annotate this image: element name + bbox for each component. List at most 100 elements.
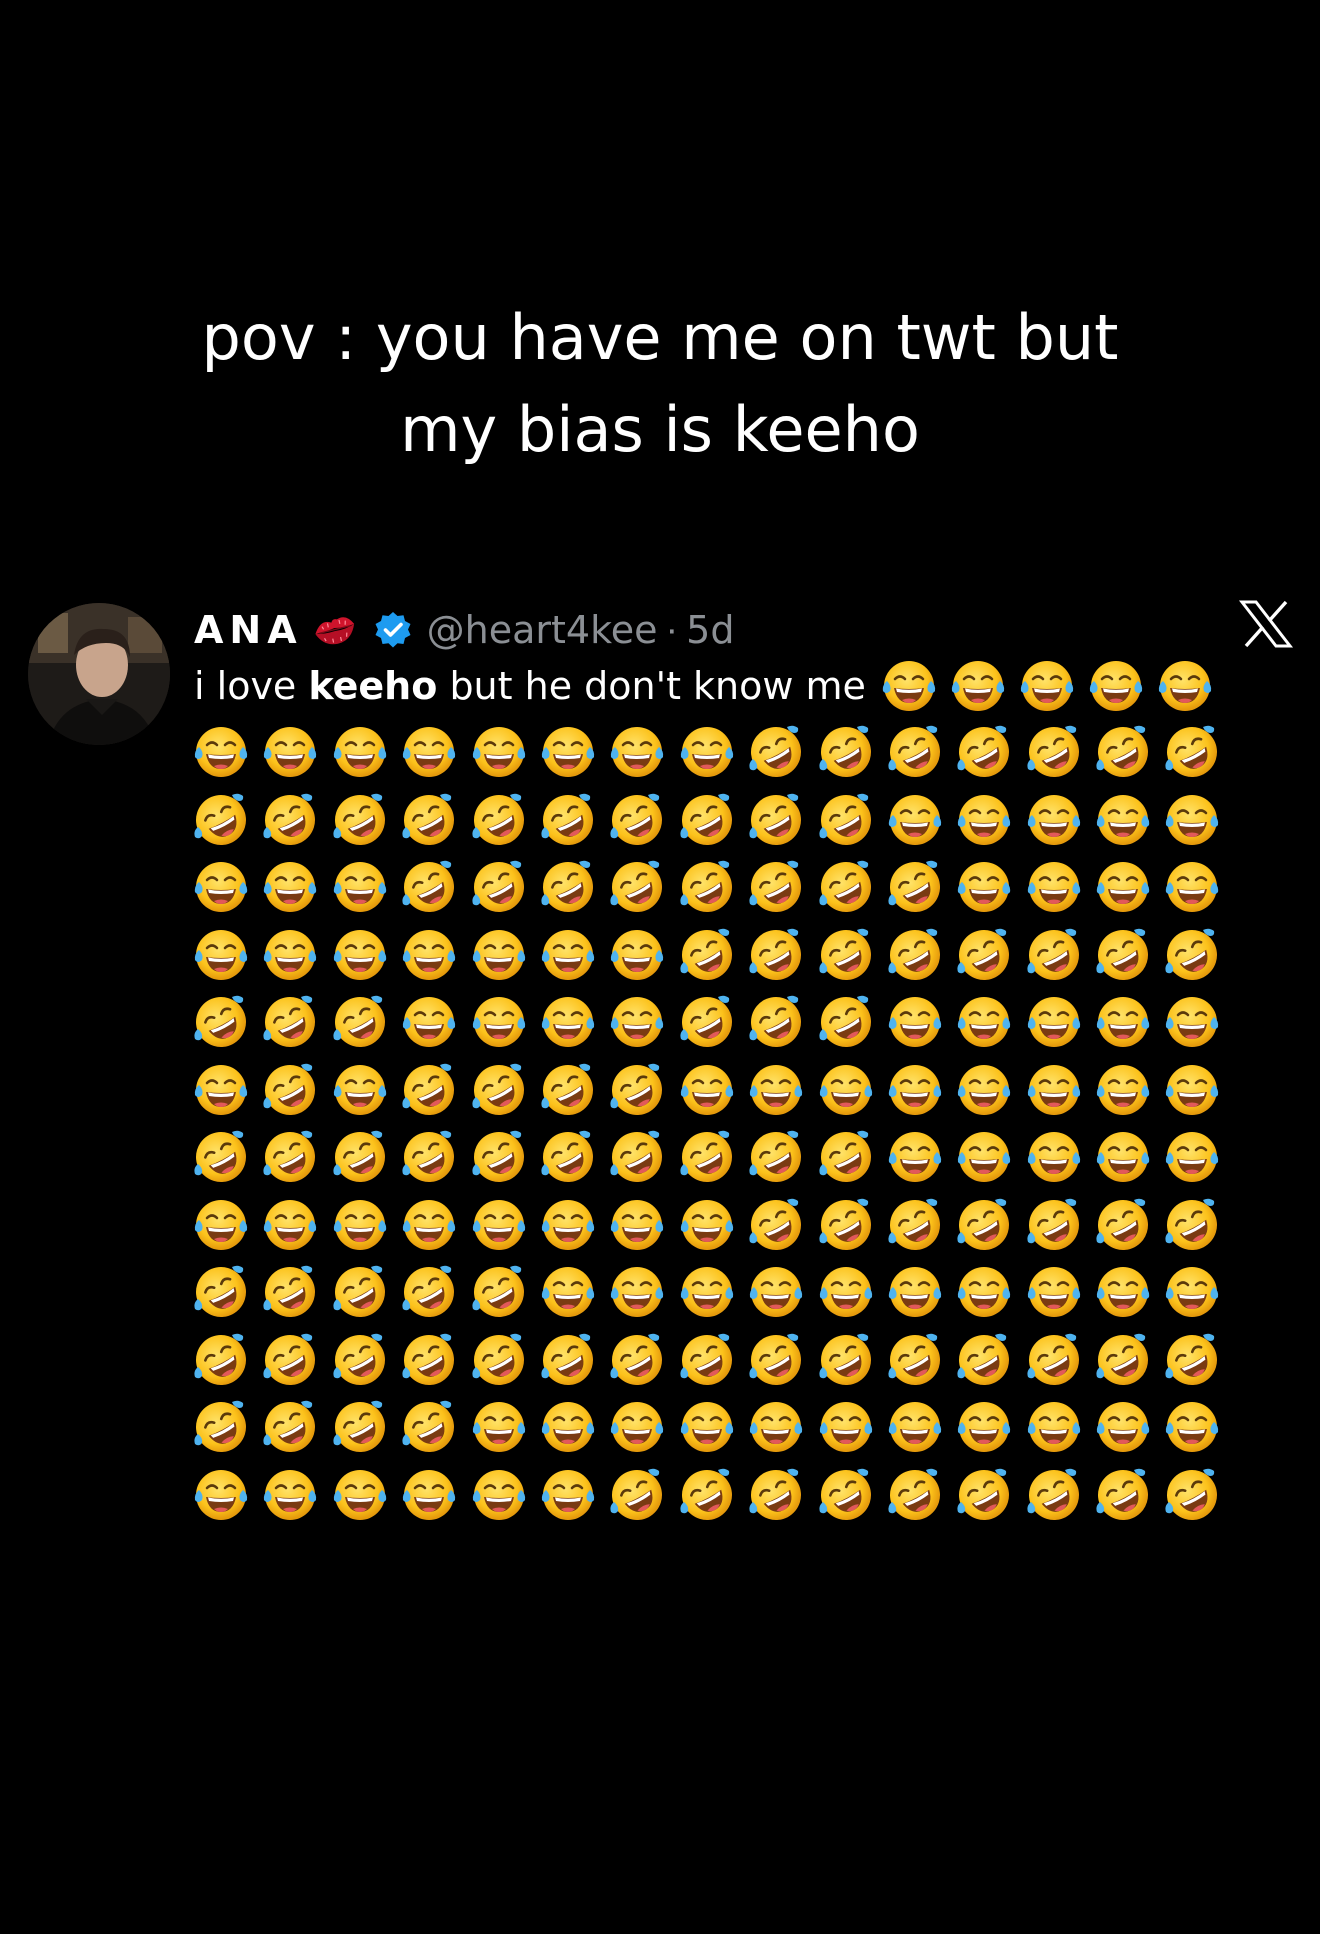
video-caption: pov : you have me on twt but my bias is … xyxy=(0,292,1320,476)
rolling-on-floor-laughing-icon xyxy=(194,1400,246,1452)
face-with-tears-of-joy-icon xyxy=(541,1267,595,1317)
caption-line-2: my bias is keeho xyxy=(400,393,920,466)
face-with-tears-of-joy-icon xyxy=(680,1402,733,1452)
rolling-on-floor-laughing-icon xyxy=(888,928,940,980)
rolling-on-floor-laughing-icon xyxy=(749,1468,802,1520)
face-with-tears-of-joy-icon xyxy=(1166,794,1219,845)
face-with-tears-of-joy-icon xyxy=(1027,997,1080,1047)
rolling-on-floor-laughing-icon xyxy=(402,860,455,912)
face-with-tears-of-joy-icon xyxy=(958,862,1011,912)
verified-badge-icon[interactable] xyxy=(373,610,413,650)
rolling-on-floor-laughing-icon xyxy=(957,928,1010,980)
rolling-on-floor-laughing-icon xyxy=(818,725,871,777)
rolling-on-floor-laughing-icon xyxy=(888,725,940,777)
face-with-tears-of-joy-icon xyxy=(819,1064,872,1115)
face-with-tears-of-joy-icon xyxy=(819,1402,872,1452)
rolling-on-floor-laughing-icon xyxy=(333,1400,385,1452)
face-with-tears-of-joy-icon xyxy=(472,929,525,980)
avatar[interactable] xyxy=(28,603,170,745)
rolling-on-floor-laughing-icon xyxy=(957,1198,1010,1250)
face-with-tears-of-joy-icon xyxy=(1020,661,1074,711)
rolling-on-floor-laughing-icon xyxy=(957,1333,1010,1385)
face-with-tears-of-joy-icon xyxy=(1166,997,1219,1047)
rolling-on-floor-laughing-icon xyxy=(541,1333,593,1385)
rolling-on-floor-laughing-icon xyxy=(333,1130,385,1182)
rolling-on-floor-laughing-icon xyxy=(818,793,871,845)
face-with-tears-of-joy-icon xyxy=(194,1469,248,1520)
face-with-tears-of-joy-icon xyxy=(749,1402,803,1452)
face-with-tears-of-joy-icon xyxy=(819,1267,872,1317)
face-with-tears-of-joy-icon xyxy=(1027,862,1080,912)
rolling-on-floor-laughing-icon xyxy=(263,1063,316,1115)
face-with-tears-of-joy-icon xyxy=(888,794,942,845)
face-with-tears-of-joy-icon xyxy=(1096,1064,1150,1115)
rolling-on-floor-laughing-icon xyxy=(1165,725,1218,777)
display-name[interactable]: ANA xyxy=(194,608,303,652)
face-with-tears-of-joy-icon xyxy=(1096,1402,1150,1452)
rolling-on-floor-laughing-icon xyxy=(749,725,802,777)
face-with-tears-of-joy-icon xyxy=(472,1199,525,1250)
face-with-tears-of-joy-icon xyxy=(1096,1132,1150,1182)
rolling-on-floor-laughing-icon xyxy=(1165,1333,1218,1385)
face-with-tears-of-joy-icon xyxy=(541,929,595,980)
face-with-tears-of-joy-icon xyxy=(541,1199,595,1250)
rolling-on-floor-laughing-icon xyxy=(1027,928,1079,980)
face-with-tears-of-joy-icon xyxy=(333,862,386,912)
rolling-on-floor-laughing-icon xyxy=(680,860,732,912)
rolling-on-floor-laughing-icon xyxy=(680,995,732,1047)
tweet-header: ANA @heart4kee · 5d xyxy=(194,604,734,656)
rolling-on-floor-laughing-icon xyxy=(263,1400,316,1452)
rolling-on-floor-laughing-icon xyxy=(1165,1198,1218,1250)
rolling-on-floor-laughing-icon xyxy=(471,1333,524,1385)
rolling-on-floor-laughing-icon xyxy=(957,1468,1010,1520)
face-with-tears-of-joy-icon xyxy=(1096,862,1150,912)
rolling-on-floor-laughing-icon xyxy=(194,1130,246,1182)
rolling-on-floor-laughing-icon xyxy=(749,1198,802,1250)
face-with-tears-of-joy-icon xyxy=(888,1064,942,1115)
tweet-text-bold: keeho xyxy=(308,664,438,708)
rolling-on-floor-laughing-icon xyxy=(402,1130,455,1182)
rolling-on-floor-laughing-icon xyxy=(680,1333,732,1385)
face-with-tears-of-joy-icon xyxy=(194,1064,248,1115)
face-with-tears-of-joy-icon xyxy=(1027,794,1080,845)
face-with-tears-of-joy-icon xyxy=(333,1199,386,1250)
face-with-tears-of-joy-icon xyxy=(882,661,936,711)
tweet-text-line: i love keeho but he don't know me xyxy=(194,656,1304,716)
face-with-tears-of-joy-icon xyxy=(264,1469,317,1520)
rolling-on-floor-laughing-icon xyxy=(333,995,385,1047)
face-with-tears-of-joy-icon xyxy=(958,1064,1011,1115)
rolling-on-floor-laughing-icon xyxy=(818,1198,871,1250)
face-with-tears-of-joy-icon xyxy=(403,1469,456,1520)
user-handle[interactable]: @heart4kee xyxy=(427,608,658,652)
face-with-tears-of-joy-icon xyxy=(472,1402,525,1452)
face-with-tears-of-joy-icon xyxy=(403,929,456,980)
separator-dot: · xyxy=(665,608,679,651)
rolling-on-floor-laughing-icon xyxy=(263,1265,316,1317)
face-with-tears-of-joy-icon xyxy=(333,727,386,777)
rolling-on-floor-laughing-icon xyxy=(471,860,524,912)
rolling-on-floor-laughing-icon xyxy=(610,793,663,845)
tweet-timestamp[interactable]: 5d xyxy=(686,608,734,652)
kiss-mark-icon xyxy=(315,617,354,645)
rolling-on-floor-laughing-icon xyxy=(610,1333,663,1385)
rolling-on-floor-laughing-icon xyxy=(888,1333,940,1385)
face-with-tears-of-joy-icon xyxy=(611,1199,664,1250)
rolling-on-floor-laughing-icon xyxy=(1165,928,1218,980)
rolling-on-floor-laughing-icon xyxy=(749,793,802,845)
rolling-on-floor-laughing-icon xyxy=(263,793,316,845)
face-with-tears-of-joy-icon xyxy=(1166,1132,1219,1182)
tweet-text: i love keeho but he don't know me xyxy=(194,656,1304,1533)
face-with-tears-of-joy-icon xyxy=(1166,1064,1219,1115)
inline-emoji-row xyxy=(880,657,1225,715)
face-with-tears-of-joy-icon xyxy=(611,1267,664,1317)
face-with-tears-of-joy-icon xyxy=(611,997,664,1047)
rolling-on-floor-laughing-icon xyxy=(610,860,663,912)
rolling-on-floor-laughing-icon xyxy=(818,1130,871,1182)
face-with-tears-of-joy-icon xyxy=(680,1064,733,1115)
rolling-on-floor-laughing-icon xyxy=(471,1130,524,1182)
face-with-tears-of-joy-icon xyxy=(1096,1267,1150,1317)
rolling-on-floor-laughing-icon xyxy=(680,1130,732,1182)
face-with-tears-of-joy-icon xyxy=(264,727,317,777)
rolling-on-floor-laughing-icon xyxy=(1096,928,1149,980)
face-with-tears-of-joy-icon xyxy=(264,929,317,980)
